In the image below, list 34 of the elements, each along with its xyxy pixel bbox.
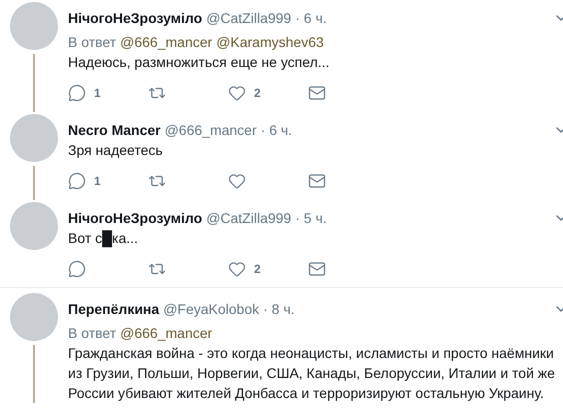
user-handle[interactable]: @CatZilla999 (206, 210, 292, 226)
user-handle[interactable]: @CatZilla999 (206, 10, 292, 26)
tweet-time[interactable]: · 6 ч. (260, 122, 292, 138)
user-name[interactable]: Перепёлкина (68, 301, 160, 317)
reply-label: В ответ (68, 34, 116, 50)
heart-icon[interactable] (228, 260, 246, 278)
mail-icon[interactable] (308, 172, 326, 190)
mail-icon[interactable] (308, 84, 326, 102)
user-handle[interactable]: @FeyaKolobok (163, 301, 260, 317)
reply-count: 1 (94, 174, 101, 188)
heart-icon[interactable] (228, 84, 246, 102)
user-handle[interactable]: @666_mancer (164, 122, 257, 138)
user-name[interactable]: Necro Mancer (68, 122, 161, 138)
tweet-text: Гражданская война - это когда неонацисты, исламисты и просто наёмники из Грузии, Польши, Норвегии, США, Канады, Белоруссии, Италии и той же России убивают жителей Донбасса и терроризируют остальную Украину. (68, 344, 556, 403)
reply-icon[interactable] (68, 260, 86, 278)
like-count: 2 (254, 262, 261, 276)
tweet-text: Надеюсь, размножиться еще не успел... (68, 53, 330, 72)
reply-icon[interactable] (68, 172, 86, 190)
mail-icon[interactable] (308, 260, 326, 278)
tweet-text: Вот с█ка... (68, 229, 139, 248)
heart-icon[interactable] (228, 172, 246, 190)
user-name[interactable]: НічогоНеЗрозуміло (68, 210, 202, 226)
mention-link[interactable]: @666_mancer (120, 325, 212, 341)
reply-label: В ответ (68, 325, 116, 341)
tweet-text: Зря надеетесь (68, 141, 164, 160)
tweet-time[interactable]: · 5 ч. (295, 210, 327, 226)
mention-link[interactable]: @666_mancer (120, 34, 212, 50)
mention-link[interactable]: @Karamyshev63 (216, 34, 324, 50)
like-count: 2 (254, 86, 261, 100)
user-name[interactable]: НічогоНеЗрозуміло (68, 10, 202, 26)
tweet-time[interactable]: · 8 ч. (263, 301, 295, 317)
reply-icon[interactable] (68, 84, 86, 102)
tweet-time[interactable]: · 6 ч. (295, 10, 327, 26)
reply-count: 1 (94, 86, 101, 100)
